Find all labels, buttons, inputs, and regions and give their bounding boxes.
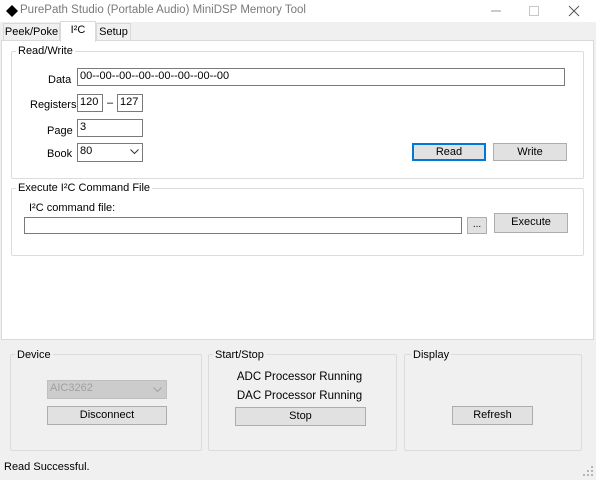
minimize-icon — [491, 10, 501, 12]
command-file-label: I²C command file: — [29, 202, 116, 214]
device-dropdown[interactable]: AIC3262 — [47, 380, 167, 399]
execute-button[interactable]: Execute — [494, 213, 568, 233]
minimize-button[interactable] — [478, 0, 514, 22]
title-bar: PurePath Studio (Portable Audio) MiniDSP… — [0, 0, 596, 22]
read-write-title: Read/Write — [16, 45, 75, 57]
book-dropdown[interactable]: 80 — [77, 143, 143, 162]
register-start-field[interactable]: 120 — [77, 94, 103, 112]
maximize-icon — [529, 6, 539, 16]
book-label: Book — [47, 148, 73, 160]
device-value: AIC3262 — [50, 382, 93, 394]
window-title: PurePath Studio (Portable Audio) MiniDSP… — [20, 4, 306, 16]
browse-button[interactable]: ... — [467, 217, 487, 234]
chevron-down-icon — [130, 149, 139, 155]
tab-peek-poke[interactable]: Peek/Poke — [3, 23, 60, 41]
adc-status-text: ADC Processor Running — [236, 371, 363, 383]
registers-label: Registers — [30, 99, 77, 111]
tab-i2c[interactable]: I²C — [60, 21, 96, 42]
app-diamond-icon — [4, 3, 20, 19]
status-bar-text: Read Successful. — [4, 461, 90, 473]
data-label: Data — [48, 74, 72, 86]
page-field[interactable]: 3 — [77, 119, 143, 137]
refresh-button[interactable]: Refresh — [452, 406, 533, 425]
resize-grip-icon[interactable] — [583, 466, 594, 477]
tab-setup[interactable]: Setup — [96, 23, 131, 41]
start-stop-group — [208, 354, 397, 451]
display-title: Display — [411, 349, 452, 361]
maximize-button[interactable] — [516, 0, 552, 22]
data-field[interactable]: 00--00--00--00--00--00--00--00 — [77, 68, 565, 86]
disconnect-button[interactable]: Disconnect — [47, 406, 167, 425]
write-button[interactable]: Write — [493, 143, 567, 161]
page-label: Page — [47, 125, 73, 137]
register-range-separator: – — [107, 97, 114, 109]
close-icon — [568, 5, 580, 17]
book-value: 80 — [80, 145, 93, 157]
dac-status-text: DAC Processor Running — [236, 390, 363, 402]
start-stop-title: Start/Stop — [213, 349, 266, 361]
stop-button[interactable]: Stop — [235, 407, 366, 426]
execute-command-title: Execute I²C Command File — [16, 182, 153, 194]
display-group — [404, 354, 582, 451]
command-file-field[interactable] — [24, 217, 462, 234]
read-button[interactable]: Read — [412, 143, 486, 161]
chevron-down-icon — [153, 387, 162, 393]
close-button[interactable] — [556, 0, 592, 22]
register-end-field[interactable]: 127 — [117, 94, 143, 112]
device-group — [10, 354, 202, 451]
device-title: Device — [15, 349, 53, 361]
